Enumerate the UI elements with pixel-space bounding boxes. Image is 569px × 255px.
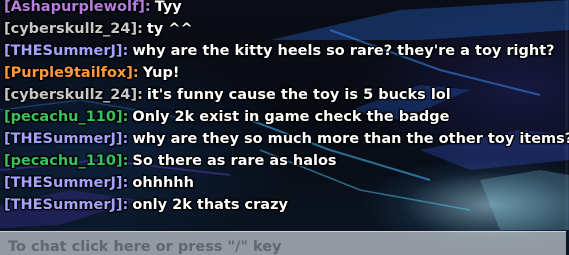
chat-input-placeholder[interactable]: To chat click here or press "/" key	[8, 239, 282, 255]
chat-message-text: only 2k thats crazy	[132, 197, 288, 213]
chat-message-text: ty ^^	[146, 21, 193, 37]
chat-message-text: Only 2k exist in game check the badge	[132, 109, 450, 125]
chat-message-text: Yup!	[142, 65, 180, 81]
chat-message: [cyberskullz_24]: ty ^^	[4, 18, 564, 40]
chat-author-name[interactable]: [Ashapurplewolf]:	[4, 0, 151, 15]
chat-message-text: why are the kitty heels so rare? they're…	[132, 43, 555, 59]
chat-author-name[interactable]: [THESummerJ]:	[4, 197, 128, 213]
chat-message: [Ashapurplewolf]: Tyy	[4, 0, 564, 18]
chat-message: [pecachu_110]: Only 2k exist in game chec…	[4, 106, 564, 128]
chat-message-text: Tyy	[154, 0, 182, 15]
chat-message: [THESummerJ]: why are the kitty heels so …	[4, 40, 564, 62]
chat-author-name[interactable]: [pecachu_110]:	[4, 109, 128, 125]
chat-author-name[interactable]: [THESummerJ]:	[4, 175, 128, 191]
chat-author-name[interactable]: [Purple9tailfox]:	[4, 65, 139, 81]
chat-message: [THESummerJ]: only 2k thats crazy	[4, 194, 564, 216]
chat-message: [THESummerJ]: ohhhhh	[4, 172, 564, 194]
chat-author-name[interactable]: [THESummerJ]:	[4, 131, 128, 147]
chat-message: [cyberskullz_24]: it's funny cause the to…	[4, 84, 564, 106]
chat-message: [Purple9tailfox]: Yup!	[4, 62, 564, 84]
chat-message-text: why are they so much more than the other…	[132, 131, 569, 147]
chat-author-name[interactable]: [THESummerJ]:	[4, 43, 128, 59]
chat-message-text: it's funny cause the toy is 5 bucks lol	[146, 87, 451, 103]
chat-log: [Ashapurplewolf]: Tyy [cyberskullz_24]: ty…	[4, 0, 569, 216]
chat-input-bar[interactable]: To chat click here or press "/" key	[0, 231, 566, 255]
chat-author-name[interactable]: [cyberskullz_24]:	[4, 21, 143, 37]
chat-author-name[interactable]: [cyberskullz_24]:	[4, 87, 143, 103]
chat-message: [pecachu_110]: So there as rare as halos	[4, 150, 564, 172]
chat-author-name[interactable]: [pecachu_110]:	[4, 153, 128, 169]
chat-message-text: ohhhhh	[132, 175, 194, 191]
chat-scrollbar[interactable]	[565, 0, 568, 230]
chat-message: [THESummerJ]: why are they so much more t…	[4, 128, 569, 150]
chat-message-text: So there as rare as halos	[132, 153, 337, 169]
